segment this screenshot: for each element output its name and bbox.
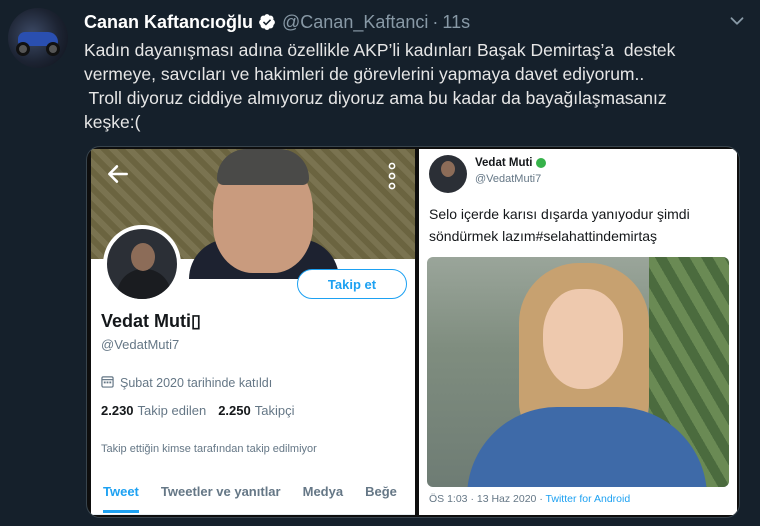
avatar-wheel	[46, 42, 60, 56]
profile-name-text: Vedat Muti	[101, 311, 192, 331]
followers-label: Takipçi	[254, 403, 295, 418]
profile-joined: Şubat 2020 tarihinde katıldı	[101, 375, 272, 391]
screenshot-author-name: Vedat Muti	[475, 157, 546, 169]
avatar-head	[131, 243, 155, 271]
screenshot-footer-source: Twitter for Android	[545, 493, 631, 505]
profile-stats: 2.230 Takip edilen 2.250 Takipçi	[101, 403, 295, 418]
profile-joined-text: Şubat 2020 tarihinde katıldı	[120, 376, 273, 390]
profile-screenshot: Takip et Vedat Muti▯ @VedatMuti7 Şubat 2…	[91, 149, 415, 515]
screenshot-photo	[427, 257, 729, 487]
avatar-head	[441, 161, 455, 177]
tweet-timestamp[interactable]: 11s	[442, 12, 470, 33]
profile-name-glyph: ▯	[191, 311, 201, 331]
screenshot-author-handle: @VedatMuti7	[475, 173, 542, 185]
following-label: Takip edilen	[137, 403, 207, 418]
following-count: 2.230	[101, 403, 134, 418]
screenshot-author-name-text: Vedat Muti	[475, 157, 533, 169]
author-handle[interactable]: @Canan_Kaftanci	[282, 12, 428, 33]
tweet-text-line: Kadın dayanışması adına özellikle AKP’li…	[84, 40, 676, 60]
followers-count: 2.250	[218, 403, 251, 418]
screenshot-text-line: Selo içerde karısı dışarda yanıyodur şim…	[429, 206, 690, 222]
tweet-media-image[interactable]: Takip et Vedat Muti▯ @VedatMuti7 Şubat 2…	[86, 146, 740, 518]
tweet-text-line: vermeye, savcıları ve hakimleri de görev…	[84, 64, 645, 84]
screenshot-tweet-text: Selo içerde karısı dışarda yanıyodur şim…	[429, 203, 729, 247]
profile-avatar	[103, 225, 181, 303]
author-name[interactable]: Canan Kaftancıoğlu	[84, 12, 253, 33]
profile-followed-by-note: Takip ettiğin kimse tarafından takip edi…	[101, 443, 317, 455]
profile-tab-replies: Tweetler ve yanıtlar	[160, 484, 281, 499]
avatar-body	[117, 269, 171, 299]
photo-face	[543, 289, 623, 389]
tweet-text-line: keşke:(	[84, 112, 141, 132]
tweet-screenshot: Vedat Muti @VedatMuti7 Selo içerde karıs…	[419, 149, 737, 515]
screenshot-avatar	[429, 155, 467, 193]
screenshot-text-line: söndürmek lazım#selahattindemirtaş	[429, 228, 657, 244]
profile-name: Vedat Muti▯	[101, 311, 201, 332]
following-stat: 2.230 Takip edilen	[101, 403, 206, 418]
chevron-down-icon[interactable]	[726, 10, 748, 32]
back-arrow-icon	[105, 161, 131, 187]
tweet-header: Canan Kaftancıoğlu @Canan_Kaftanci · 11s	[84, 11, 470, 33]
profile-handle: @VedatMuti7	[101, 337, 180, 352]
screenshot-footer: ÖS 1:03 · 13 Haz 2020 · Twitter for Andr…	[429, 493, 630, 505]
tweet-text-line: Troll diyoruz ciddiye almıyoruz diyoruz …	[84, 88, 667, 108]
profile-tab-tweet: Tweet	[103, 484, 139, 513]
followers-stat: 2.250 Takipçi	[218, 403, 294, 418]
green-circle-icon	[535, 158, 546, 168]
more-vertical-icon	[385, 161, 399, 191]
tweet-text: Kadın dayanışması adına özellikle AKP’li…	[84, 38, 744, 134]
profile-tabs: Tweet Tweetler ve yanıtlar Medya Beğe	[91, 469, 415, 515]
screenshot-footer-time: ÖS 1:03 · 13 Haz 2020 ·	[429, 493, 546, 505]
avatar-wheel	[16, 42, 30, 56]
calendar-icon	[101, 375, 114, 391]
follow-button: Takip et	[297, 269, 407, 299]
profile-tab-media: Medya	[302, 484, 344, 499]
separator-dot: ·	[432, 11, 439, 32]
author-avatar[interactable]	[8, 8, 68, 68]
banner-hair	[217, 149, 309, 185]
profile-tab-likes: Beğe	[365, 484, 397, 499]
verified-badge-icon	[258, 13, 276, 31]
